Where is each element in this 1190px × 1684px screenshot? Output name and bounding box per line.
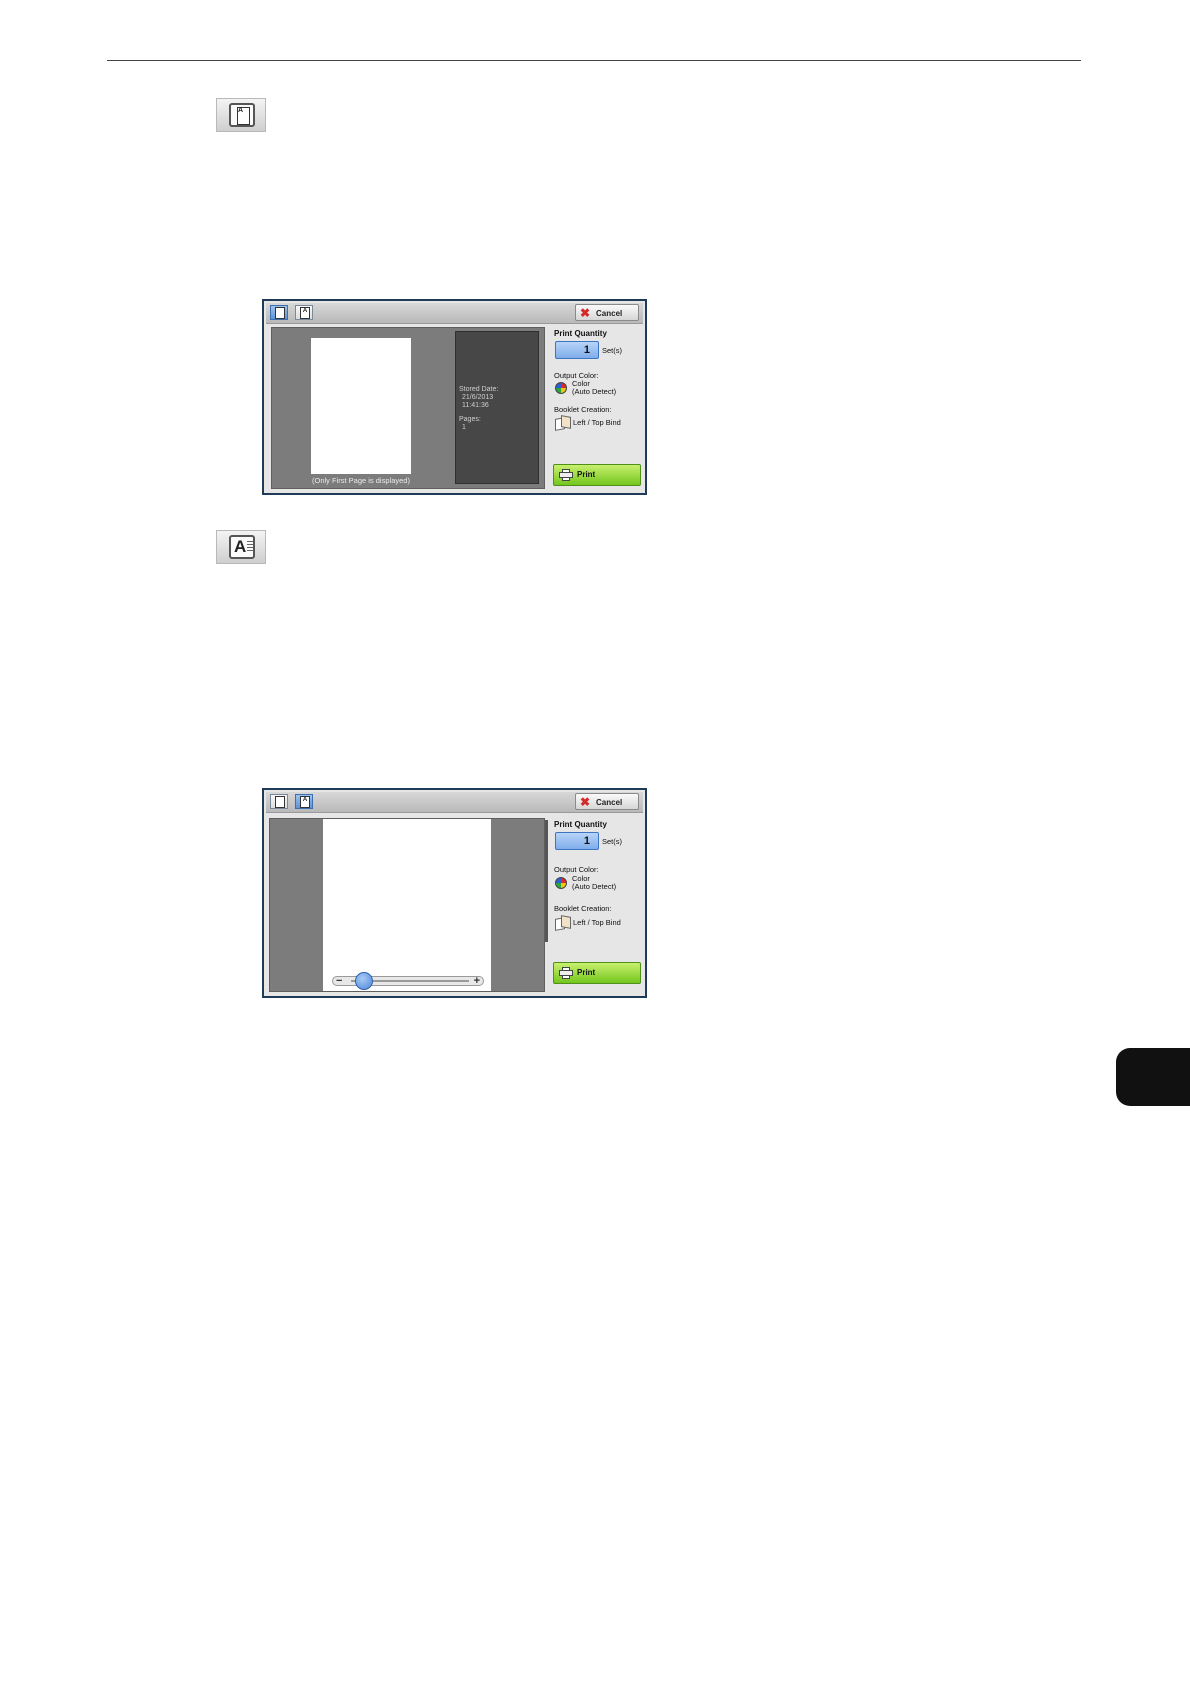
zoom-slider-knob[interactable] xyxy=(354,972,373,990)
booklet-creation-label: Booklet Creation: xyxy=(554,405,612,414)
pages-value: 1 xyxy=(462,424,466,431)
page-image-view-icon: A xyxy=(216,98,266,132)
document-info-box: Stored Date: 21/6/2013 11:41:36 Pages: 1 xyxy=(455,331,539,484)
printer-icon xyxy=(559,469,573,481)
scrollbar[interactable] xyxy=(545,820,548,942)
preview-area: − + xyxy=(269,818,545,992)
page-thumbnail xyxy=(311,338,411,474)
output-color-label: Output Color: xyxy=(554,865,599,874)
cancel-button[interactable]: ✖ Cancel xyxy=(575,304,639,321)
booklet-creation-value: Left / Top Bind xyxy=(573,418,621,427)
page-enlarged xyxy=(323,819,491,991)
color-icon xyxy=(555,382,567,394)
preview-panel-enlarged-view: A ✖ Cancel − + Print Quantity 1 Set(s) O… xyxy=(262,788,647,998)
tab-enlarged-view[interactable]: A xyxy=(295,305,313,320)
chapter-tab xyxy=(1116,1048,1190,1106)
only-first-page-note: (Only First Page is displayed) xyxy=(312,476,410,485)
booklet-creation-label: Booklet Creation: xyxy=(554,904,612,913)
zoom-in-button[interactable]: + xyxy=(474,975,480,987)
preview-area: (Only First Page is displayed) Stored Da… xyxy=(271,327,545,489)
print-quantity-label: Print Quantity xyxy=(554,329,607,338)
tab-enlarged-view[interactable]: A xyxy=(295,794,313,809)
pages-label: Pages: xyxy=(459,416,481,423)
booklet-creation-value: Left / Top Bind xyxy=(573,918,621,927)
stored-date-label: Stored Date: xyxy=(459,386,499,393)
stored-time-value: 11:41:36 xyxy=(462,402,489,409)
output-color-mode: (Auto Detect) xyxy=(572,387,617,396)
panel-toolbar: A ✖ Cancel xyxy=(266,792,643,813)
sets-unit: Set(s) xyxy=(602,346,623,355)
header-rule xyxy=(107,60,1081,61)
quantity-field[interactable]: 1 xyxy=(555,341,599,359)
booklet-icon xyxy=(555,915,571,931)
close-icon: ✖ xyxy=(580,306,591,320)
booklet-icon xyxy=(555,415,571,431)
printer-icon xyxy=(559,967,573,979)
preview-panel-page-view: A ✖ Cancel (Only First Page is displayed… xyxy=(262,299,647,495)
close-icon: ✖ xyxy=(580,795,591,809)
print-quantity-label: Print Quantity xyxy=(554,820,607,829)
sets-unit: Set(s) xyxy=(602,837,623,846)
print-settings: Print Quantity 1 Set(s) Output Color: Co… xyxy=(552,327,642,487)
print-button[interactable]: Print xyxy=(553,962,641,984)
zoom-out-button[interactable]: − xyxy=(336,975,342,987)
tab-page-view[interactable] xyxy=(270,794,288,809)
enlarged-view-icon: A xyxy=(216,530,266,564)
quantity-field[interactable]: 1 xyxy=(555,832,599,850)
panel-toolbar: A ✖ Cancel xyxy=(266,303,643,324)
color-icon xyxy=(555,877,567,889)
tab-page-view[interactable] xyxy=(270,305,288,320)
output-color-mode: (Auto Detect) xyxy=(572,882,617,891)
print-settings: Print Quantity 1 Set(s) Output Color: Co… xyxy=(552,818,644,990)
stored-date-value: 21/6/2013 xyxy=(462,394,494,401)
cancel-button[interactable]: ✖ Cancel xyxy=(575,793,639,810)
print-button[interactable]: Print xyxy=(553,464,641,486)
zoom-slider[interactable]: − + xyxy=(332,972,484,990)
